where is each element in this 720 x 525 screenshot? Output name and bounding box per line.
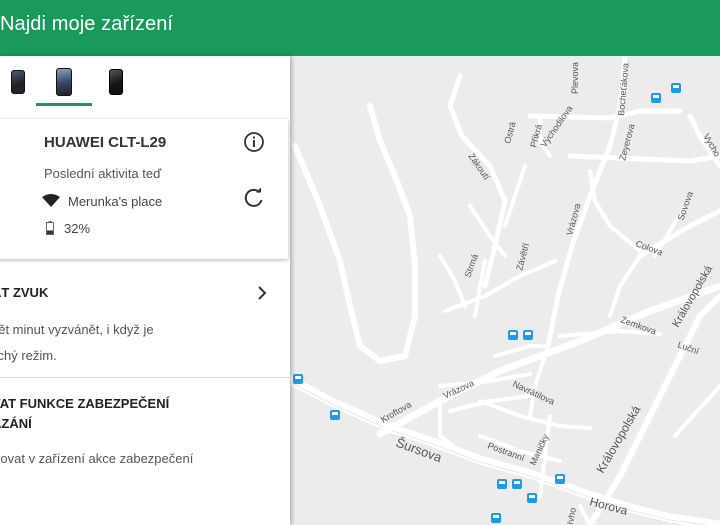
phone-icon bbox=[109, 69, 123, 95]
svg-text:Závětří: Závětří bbox=[514, 241, 531, 271]
battery-level: 32% bbox=[64, 220, 91, 236]
map[interactable]: Plevova Bocheťákova Východilova Přikrá O… bbox=[290, 56, 720, 525]
map-canvas[interactable]: Plevova Bocheťákova Východilova Přikrá O… bbox=[290, 56, 720, 525]
phone-icon bbox=[56, 68, 72, 96]
last-activity: Poslední aktivita teď bbox=[44, 166, 162, 181]
svg-text:Ostrá: Ostrá bbox=[502, 121, 517, 145]
svg-text:Plevova: Plevova bbox=[570, 62, 580, 94]
play-sound-desc-line: tichý režim. bbox=[0, 348, 57, 363]
network-row: Merunka's place bbox=[42, 192, 162, 210]
play-sound-desc: pět minut vyzvánět, i když je tichý reži… bbox=[0, 317, 154, 369]
wifi-icon bbox=[42, 194, 60, 207]
info-icon[interactable] bbox=[242, 130, 266, 154]
network-name: Merunka's place bbox=[68, 193, 163, 209]
play-sound-action[interactable]: ÁT ZVUK pět minut vyzvánět, i když je ti… bbox=[0, 272, 290, 376]
device-card: HUAWEI CLT-L29 Poslední aktivita teď Mer… bbox=[0, 119, 288, 259]
device-tabs bbox=[0, 56, 290, 106]
battery-row: 32% bbox=[46, 219, 90, 237]
app-header: Najdi moje zařízení bbox=[0, 0, 720, 56]
secure-device-action[interactable]: VAT FUNKCE ZABEZPEČENÍ AZÁNÍ ivovat v za… bbox=[0, 386, 290, 525]
battery-fill bbox=[47, 230, 53, 234]
phone-icon bbox=[11, 70, 25, 94]
battery-icon bbox=[46, 221, 54, 235]
play-sound-title: ÁT ZVUK bbox=[0, 285, 49, 300]
svg-text:Strmá: Strmá bbox=[462, 253, 480, 279]
svg-text:Bocheťákova: Bocheťákova bbox=[616, 63, 631, 117]
secure-device-title: VAT FUNKCE ZABEZPEČENÍ AZÁNÍ bbox=[0, 394, 169, 434]
device-name: HUAWEI CLT-L29 bbox=[44, 134, 167, 151]
device-tab-1[interactable] bbox=[0, 62, 36, 102]
app-title: Najdi moje zařízení bbox=[0, 13, 174, 35]
svg-text:Sovova: Sovova bbox=[675, 190, 695, 222]
device-tab-2[interactable] bbox=[36, 62, 92, 106]
refresh-icon[interactable] bbox=[242, 186, 266, 210]
device-panel: HUAWEI CLT-L29 Poslední aktivita teď Mer… bbox=[0, 56, 290, 525]
chevron-right-icon[interactable] bbox=[254, 283, 270, 303]
play-sound-desc-line: pět minut vyzvánět, i když je bbox=[0, 322, 154, 337]
secure-device-title-line: VAT FUNKCE ZABEZPEČENÍ bbox=[0, 396, 170, 411]
device-tab-3[interactable] bbox=[98, 62, 134, 102]
svg-text:Zeyerova: Zeyerova bbox=[617, 123, 636, 162]
secure-device-desc: ivovat v zařízení akce zabezpečení bbox=[0, 451, 194, 466]
svg-text:Královopolská: Královopolská bbox=[670, 263, 715, 330]
secure-device-title-line: AZÁNÍ bbox=[0, 416, 32, 431]
divider bbox=[0, 377, 290, 378]
svg-text:Ivho: Ivho bbox=[565, 507, 578, 525]
